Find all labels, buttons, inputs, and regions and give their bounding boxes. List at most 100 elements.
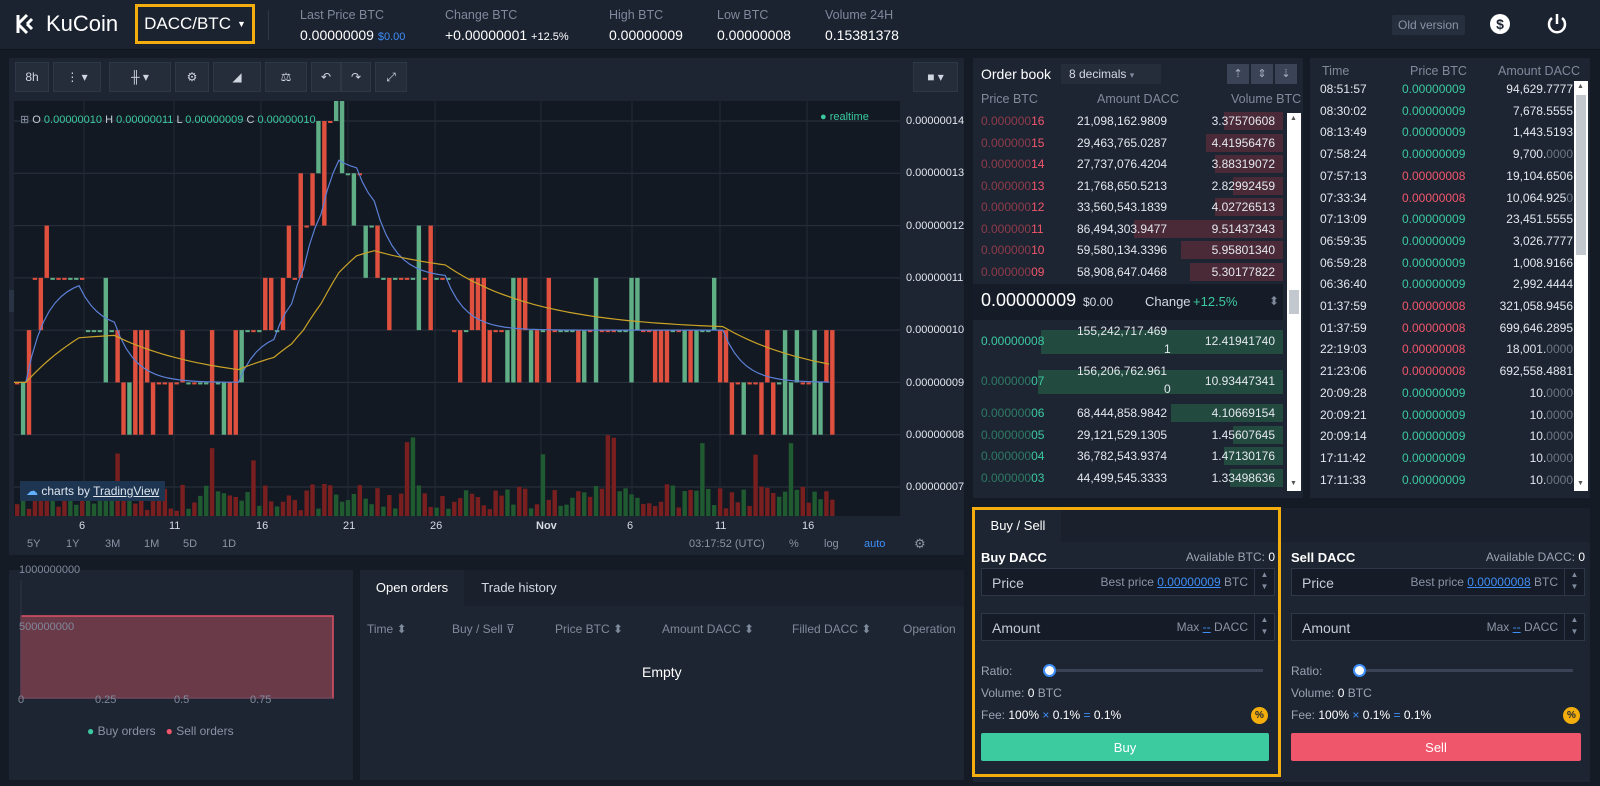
range-button-1m[interactable]: 1M — [144, 538, 159, 550]
sell-button[interactable]: Sell — [1291, 733, 1581, 761]
volume-bar — [351, 493, 357, 516]
buy-ratio-slider[interactable] — [1043, 664, 1263, 677]
ask-row[interactable]: 0.00000015 29,463,765.0287 4.41956476 — [973, 132, 1283, 154]
chevron-down-icon[interactable]: ▼ — [1565, 581, 1584, 593]
gear-icon[interactable]: ⚙ — [914, 536, 926, 552]
fee-discount-icon[interactable]: % — [1563, 707, 1580, 724]
bid-row[interactable]: 0.00000003 44,499,545.3333 1.33498636 — [973, 467, 1283, 489]
max-link[interactable]: -- — [1203, 620, 1211, 634]
tab-buy-sell[interactable]: Buy / Sell — [975, 510, 1061, 542]
chevron-up-icon[interactable]: ▲ — [1565, 614, 1584, 626]
price-chart-pane[interactable]: ⊞ O 0.00000010 H 0.00000011 L 0.00000009… — [14, 101, 900, 516]
amount-stepper[interactable]: ▲ ▼ — [1254, 614, 1274, 640]
volume-bar — [280, 501, 286, 516]
power-icon[interactable] — [1545, 12, 1569, 36]
column-amount[interactable]: Amount DACC ⬍ — [662, 622, 754, 636]
tab-open-orders[interactable]: Open orders — [360, 570, 464, 606]
bid-row[interactable]: 0.00000006 68,444,858.9842 4.10669154 — [973, 402, 1283, 424]
bid-row[interactable]: 0.00000004 36,782,543.9374 1.47130176 — [973, 445, 1283, 467]
scroll-down-icon[interactable]: ▼ — [1577, 480, 1584, 487]
range-button-1d[interactable]: 1D — [222, 538, 236, 550]
show-both-button[interactable]: ⇕ — [1251, 64, 1273, 84]
column-buy-sell[interactable]: Buy / Sell ⊽ — [452, 622, 515, 636]
tab-trade-history[interactable]: Trade history — [464, 570, 574, 606]
bid-row[interactable]: 0.00000008 155,242,717.469 1 12.41941740 — [973, 322, 1283, 362]
best-price-link[interactable]: 0.00000009 — [1157, 575, 1220, 589]
screenshot-button[interactable]: ■ ▾ — [913, 62, 958, 92]
sell-amount-input[interactable]: Amount Max -- DACC ▲ ▼ — [1291, 613, 1585, 641]
scroll-up-icon[interactable]: ▲ — [1577, 83, 1584, 90]
ask-row[interactable]: 0.00000009 58,908,647.0468 5.30177822 — [973, 261, 1283, 283]
trade-price: 0.00000009 — [1402, 429, 1466, 444]
auto-toggle[interactable]: auto — [864, 538, 885, 550]
volume-bar — [629, 494, 634, 516]
amount-main: 1,008.9166 — [1512, 255, 1573, 270]
slider-knob[interactable] — [1353, 664, 1366, 677]
amount-main: 2,992.4444 — [1512, 277, 1573, 292]
column-time[interactable]: Time ⬍ — [367, 622, 407, 636]
fee-discount-icon[interactable]: % — [1251, 707, 1268, 724]
scrollbar-track[interactable]: ▲ ▼ — [1574, 81, 1588, 491]
decimals-select[interactable]: 8 decimals ▾ — [1061, 64, 1161, 84]
ask-row[interactable]: 0.00000014 27,737,076.4204 3.88319072 — [973, 153, 1283, 175]
old-version-link[interactable]: Old version — [1392, 15, 1465, 35]
chevron-up-icon[interactable]: ▲ — [1255, 614, 1274, 626]
column-filled[interactable]: Filled DACC ⬍ — [792, 622, 871, 636]
bid-row[interactable]: 0.00000005 29,121,529.1305 1.45607645 — [973, 424, 1283, 446]
ask-row[interactable]: 0.00000010 59,580,134.3396 5.95801340 — [973, 239, 1283, 261]
log-toggle[interactable]: log — [824, 538, 839, 550]
range-button-5y[interactable]: 5Y — [27, 538, 40, 550]
scrollbar-track[interactable]: ▲ ▼ — [1287, 113, 1301, 491]
pair-selector[interactable]: DACC/BTC ▼ — [135, 4, 255, 44]
undo-button[interactable]: ↶ — [311, 62, 341, 92]
interval-menu-button[interactable]: ⋮ ▾ — [53, 62, 101, 92]
chevron-down-icon[interactable]: ▼ — [1255, 581, 1274, 593]
scroll-up-icon[interactable]: ▲ — [1290, 115, 1297, 122]
chevron-down-icon[interactable]: ▼ — [1565, 626, 1584, 638]
show-asks-button[interactable]: ⇡ — [1227, 64, 1249, 84]
redo-button[interactable]: ↷ — [341, 62, 371, 92]
settings-button[interactable]: ⚙ — [175, 62, 209, 92]
chevron-down-icon[interactable]: ▼ — [1255, 626, 1274, 638]
buy-button[interactable]: Buy — [981, 733, 1269, 761]
volume-bar — [505, 489, 510, 516]
show-bids-button[interactable]: ⇣ — [1275, 64, 1297, 84]
percent-toggle[interactable]: % — [789, 538, 799, 550]
range-button-3m[interactable]: 3M — [105, 538, 120, 550]
ask-row[interactable]: 0.00000011 86,494,303.9477 9.51437343 — [973, 218, 1283, 240]
buy-price-input[interactable]: Price Best price 0.00000009 BTC ▲ ▼ — [981, 568, 1275, 596]
scrollbar-thumb[interactable] — [1576, 95, 1586, 255]
ask-row[interactable]: 0.00000013 21,768,650.5213 2.82992459 — [973, 175, 1283, 197]
tradingview-badge[interactable]: ☁ charts by TradingView — [20, 481, 166, 501]
range-button-1y[interactable]: 1Y — [66, 538, 79, 550]
compare-button[interactable]: ⚖ — [265, 62, 307, 92]
sell-ratio-slider[interactable] — [1353, 664, 1573, 677]
buy-amount-input[interactable]: Amount Max -- DACC ▲ ▼ — [981, 613, 1275, 641]
price-stepper[interactable]: ▲ ▼ — [1564, 569, 1584, 595]
available-label: Available BTC: — [1185, 550, 1265, 564]
slider-knob[interactable] — [1043, 664, 1056, 677]
interval-button[interactable]: 8h — [15, 62, 49, 92]
price-axis[interactable]: 0.00000014 0.00000013 0.00000012 0.00000011… — [900, 101, 964, 516]
ask-row[interactable]: 0.00000016 21,098,162.9809 3.37570608 — [973, 110, 1283, 132]
range-button-5d[interactable]: 5D — [183, 538, 197, 550]
sell-price-input[interactable]: Price Best price 0.00000008 BTC ▲ ▼ — [1291, 568, 1585, 596]
max-link[interactable]: -- — [1513, 620, 1521, 634]
indicators-button[interactable]: ◢ — [213, 62, 261, 92]
collapse-handle[interactable] — [9, 290, 14, 312]
fullscreen-button[interactable]: ⤢ — [375, 62, 407, 92]
amount-stepper[interactable]: ▲ ▼ — [1564, 614, 1584, 640]
chevron-up-icon[interactable]: ▲ — [1255, 569, 1274, 581]
column-price[interactable]: Price BTC ⬍ — [555, 622, 623, 636]
bid-row[interactable]: 0.00000007 156,206,762.961 0 10.93447341 — [973, 362, 1283, 402]
currency-icon[interactable]: $ — [1488, 12, 1512, 36]
tradingview-link[interactable]: TradingView — [93, 484, 159, 498]
scroll-down-icon[interactable]: ▼ — [1290, 480, 1297, 487]
kucoin-logo[interactable]: KuCoin — [14, 11, 118, 37]
scrollbar-thumb[interactable] — [1289, 290, 1299, 314]
chart-type-button[interactable]: ╫ ▾ — [109, 62, 171, 92]
chevron-up-icon[interactable]: ▲ — [1565, 569, 1584, 581]
price-stepper[interactable]: ▲ ▼ — [1254, 569, 1274, 595]
ask-row[interactable]: 0.00000012 33,560,543.1839 4.02726513 — [973, 196, 1283, 218]
best-price-link[interactable]: 0.00000008 — [1467, 575, 1530, 589]
